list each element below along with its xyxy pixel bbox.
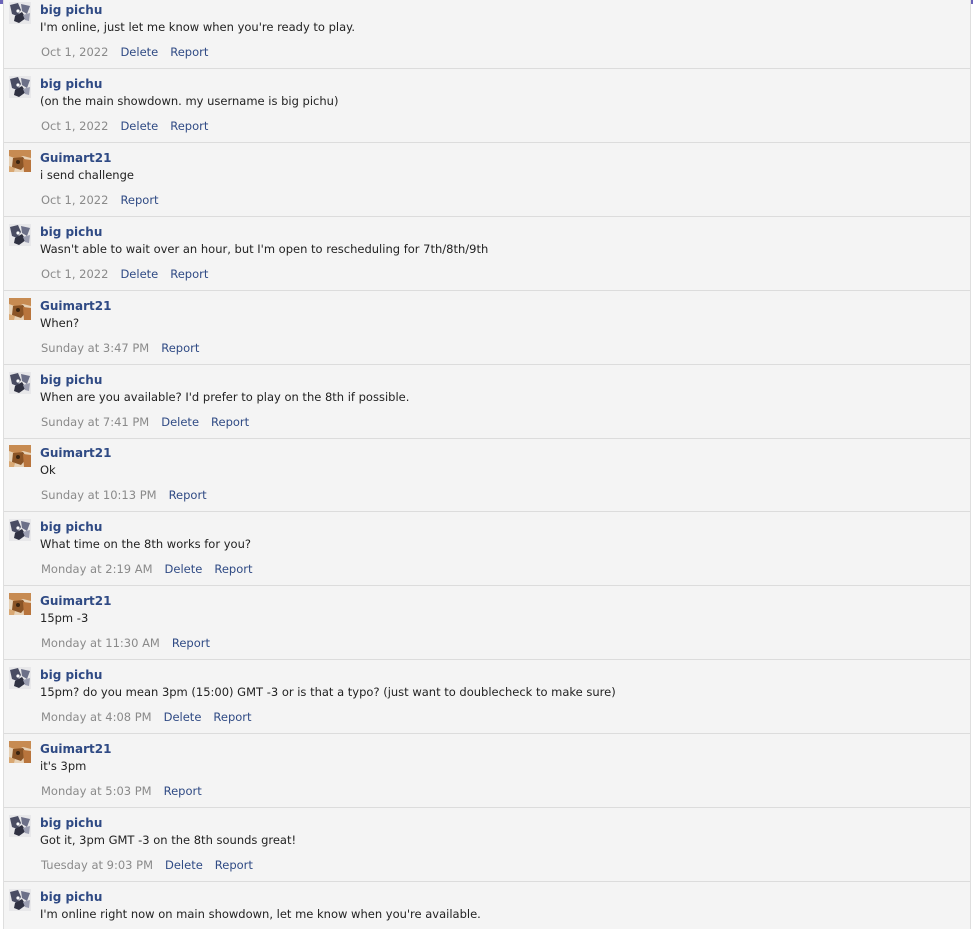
report-link[interactable]: Report (211, 415, 249, 429)
pichu-avatar[interactable] (9, 815, 31, 837)
message-timestamp[interactable]: Oct 1, 2022 (41, 193, 108, 207)
author-link[interactable]: big pichu (40, 816, 102, 830)
report-link[interactable]: Report (169, 488, 207, 502)
guimart-avatar[interactable] (9, 150, 31, 172)
author-link[interactable]: big pichu (40, 520, 102, 534)
message-item: Guimart21 Ok Sunday at 10:13 PM Report (4, 438, 970, 512)
guimart-avatar[interactable] (9, 593, 31, 615)
message-meta: Oct 1, 2022 Delete Report (41, 119, 208, 133)
author-link[interactable]: Guimart21 (40, 742, 111, 756)
message-timestamp[interactable]: Sunday at 10:13 PM (41, 488, 157, 502)
message-timestamp[interactable]: Tuesday at 9:03 PM (41, 858, 153, 872)
message-meta: Monday at 5:03 PM Report (41, 784, 202, 798)
author-link[interactable]: big pichu (40, 668, 102, 682)
message-text: Wasn't able to wait over an hour, but I'… (40, 242, 489, 256)
report-link[interactable]: Report (170, 267, 208, 281)
message-item: big pichu I'm online right now on main sh… (4, 882, 970, 929)
message-text: When? (40, 316, 80, 330)
author-link[interactable]: Guimart21 (40, 299, 111, 313)
message-timestamp[interactable]: Oct 1, 2022 (41, 267, 108, 281)
author-link[interactable]: Guimart21 (40, 151, 111, 165)
report-link[interactable]: Report (213, 710, 251, 724)
report-link[interactable]: Report (161, 341, 199, 355)
report-link[interactable]: Report (170, 45, 208, 59)
message-meta: Sunday at 3:47 PM Report (41, 341, 199, 355)
author-link[interactable]: big pichu (40, 373, 102, 387)
message-meta: Monday at 11:30 AM Report (41, 636, 210, 650)
message-text: Got it, 3pm GMT -3 on the 8th sounds gre… (40, 833, 297, 847)
report-link[interactable]: Report (215, 858, 253, 872)
message-timestamp[interactable]: Monday at 5:03 PM (41, 784, 152, 798)
delete-link[interactable]: Delete (120, 267, 158, 281)
message-timestamp[interactable]: Sunday at 3:47 PM (41, 341, 149, 355)
message-timestamp[interactable]: Monday at 4:08 PM (41, 710, 152, 724)
message-meta: Oct 1, 2022 Delete Report (41, 267, 208, 281)
pichu-avatar[interactable] (9, 519, 31, 541)
message-meta: Oct 1, 2022 Report (41, 193, 159, 207)
pichu-avatar[interactable] (9, 667, 31, 689)
message-timestamp[interactable]: Oct 1, 2022 (41, 45, 108, 59)
report-link[interactable]: Report (164, 784, 202, 798)
message-item: Guimart21 i send challenge Oct 1, 2022 Repo… (4, 143, 970, 217)
delete-link[interactable]: Delete (120, 45, 158, 59)
message-item: Guimart21 15pm -3 Monday at 11:30 AM Report (4, 586, 970, 660)
message-meta: Oct 1, 2022 Delete Report (41, 45, 208, 59)
message-item: big pichu I'm online, just let me know wh… (4, 0, 970, 69)
message-item: big pichu What time on the 8th works for … (4, 512, 970, 586)
pichu-avatar[interactable] (9, 224, 31, 246)
author-link[interactable]: big pichu (40, 225, 102, 239)
message-item: big pichu Got it, 3pm GMT -3 on the 8th s… (4, 808, 970, 882)
author-link[interactable]: big pichu (40, 77, 102, 91)
author-link[interactable]: Guimart21 (40, 446, 111, 460)
message-text: I'm online right now on main showdown, l… (40, 907, 481, 921)
message-text: i send challenge (40, 168, 134, 182)
guimart-avatar[interactable] (9, 298, 31, 320)
author-link[interactable]: Guimart21 (40, 594, 111, 608)
report-link[interactable]: Report (172, 636, 210, 650)
message-meta: Monday at 2:19 AM Delete Report (41, 562, 252, 576)
message-text: What time on the 8th works for you? (40, 537, 251, 551)
guimart-avatar[interactable] (9, 445, 31, 467)
message-item: big pichu (on the main showdown. my usern… (4, 69, 970, 143)
pichu-avatar[interactable] (9, 2, 31, 24)
message-item: big pichu Wasn't able to wait over an hou… (4, 217, 970, 291)
message-text: (on the main showdown. my username is bi… (40, 94, 339, 108)
message-item: Guimart21 it's 3pm Monday at 5:03 PM Report (4, 734, 970, 808)
message-text: I'm online, just let me know when you're… (40, 20, 355, 34)
message-timestamp[interactable]: Monday at 2:19 AM (41, 562, 153, 576)
delete-link[interactable]: Delete (164, 710, 202, 724)
message-meta: Sunday at 10:13 PM Report (41, 488, 207, 502)
pichu-avatar[interactable] (9, 889, 31, 911)
message-text: When are you available? I'd prefer to pl… (40, 390, 410, 404)
message-meta: Sunday at 7:41 PM Delete Report (41, 415, 249, 429)
message-item: big pichu When are you available? I'd pre… (4, 365, 970, 439)
delete-link[interactable]: Delete (120, 119, 158, 133)
message-text: it's 3pm (40, 759, 87, 773)
delete-link[interactable]: Delete (165, 858, 203, 872)
message-item: Guimart21 When? Sunday at 3:47 PM Report (4, 291, 970, 365)
pichu-avatar[interactable] (9, 76, 31, 98)
guimart-avatar[interactable] (9, 741, 31, 763)
report-link[interactable]: Report (214, 562, 252, 576)
message-meta: Tuesday at 9:03 PM Delete Report (41, 858, 253, 872)
message-item: big pichu 15pm? do you mean 3pm (15:00) G… (4, 660, 970, 734)
message-timestamp[interactable]: Monday at 11:30 AM (41, 636, 160, 650)
author-link[interactable]: big pichu (40, 890, 102, 904)
delete-link[interactable]: Delete (161, 415, 199, 429)
report-link[interactable]: Report (170, 119, 208, 133)
message-timestamp[interactable]: Sunday at 7:41 PM (41, 415, 149, 429)
delete-link[interactable]: Delete (165, 562, 203, 576)
author-link[interactable]: big pichu (40, 3, 102, 17)
report-link[interactable]: Report (120, 193, 158, 207)
message-meta: Monday at 4:08 PM Delete Report (41, 710, 252, 724)
message-feed: big pichu I'm online, just let me know wh… (3, 0, 971, 929)
message-text: 15pm -3 (40, 611, 89, 625)
pichu-avatar[interactable] (9, 372, 31, 394)
message-timestamp[interactable]: Oct 1, 2022 (41, 119, 108, 133)
message-text: Ok (40, 463, 56, 477)
message-text: 15pm? do you mean 3pm (15:00) GMT -3 or … (40, 685, 616, 699)
